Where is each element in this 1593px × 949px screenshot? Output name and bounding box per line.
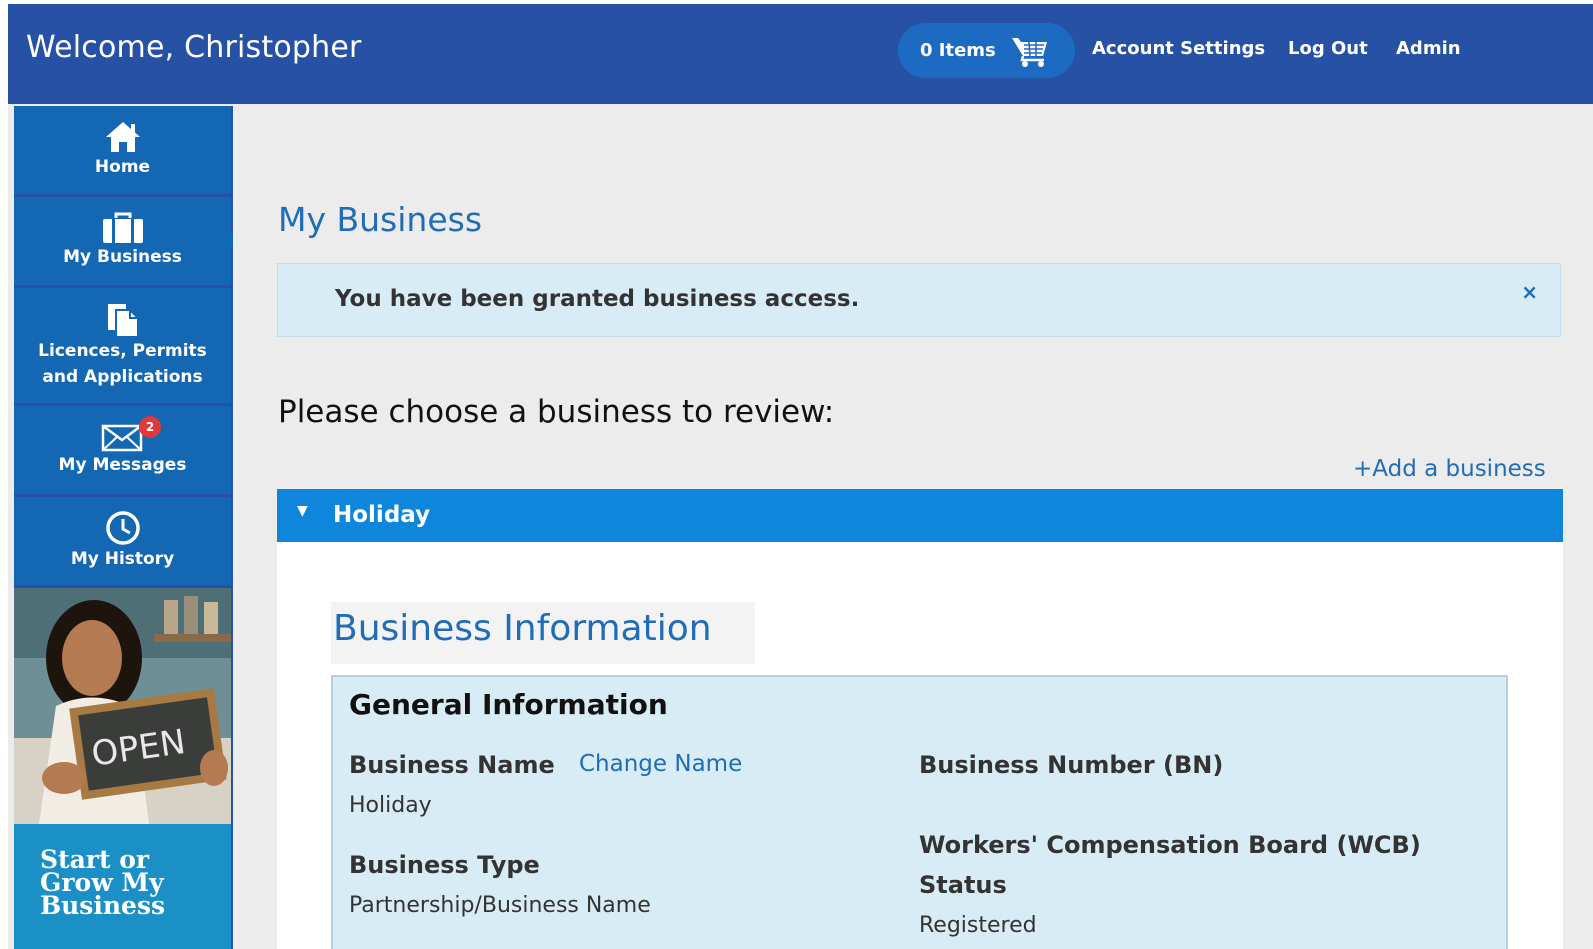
wcb-status-label-line1: Workers' Compensation Board (WCB) — [919, 831, 1421, 859]
welcome-text: Welcome, Christopher — [26, 30, 362, 65]
business-type-value: Partnership/Business Name — [349, 893, 651, 918]
close-icon[interactable]: × — [1521, 280, 1538, 304]
sidebar-item-label-line2: and Applications — [42, 366, 203, 387]
home-icon — [105, 122, 140, 152]
wcb-status-label-line2: Status — [919, 871, 1007, 899]
sidebar-item-my-business[interactable]: My Business — [14, 197, 241, 285]
general-information-heading: General Information — [349, 688, 668, 721]
business-name-label: Business Name — [349, 751, 555, 779]
sidebar-item-my-history[interactable]: My History — [14, 497, 231, 585]
sidebar-item-my-messages[interactable]: 2 My Messages — [14, 406, 231, 494]
business-number-label: Business Number (BN) — [919, 751, 1224, 779]
admin-link[interactable]: Admin — [1396, 38, 1461, 59]
log-out-link[interactable]: Log Out — [1288, 38, 1368, 59]
shopping-cart-icon — [1011, 37, 1047, 67]
sidebar-item-label: My Business — [63, 247, 182, 267]
app-frame: Welcome, Christopher 0 Items Account Set… — [8, 4, 1593, 949]
sidebar-item-home[interactable]: Home — [14, 106, 231, 194]
sidebar-item-label: My History — [70, 549, 175, 569]
clock-icon — [105, 511, 140, 545]
envelope-icon — [101, 424, 142, 452]
sidebar-item-licences[interactable]: Licences, Permits and Applications — [14, 288, 231, 403]
shop-owner-photo: OPEN — [14, 588, 231, 824]
page-title: My Business — [278, 200, 483, 239]
promo-image[interactable]: OPEN — [14, 588, 231, 824]
accordion-label: Holiday — [333, 502, 431, 528]
documents-icon — [107, 303, 139, 338]
general-information-box: General Information Business Name Change… — [331, 675, 1508, 949]
section-title: Business Information — [333, 608, 712, 649]
top-header: Welcome, Christopher 0 Items Account Set… — [8, 4, 1593, 104]
sidebar-item-label: My Messages — [58, 455, 187, 475]
cart-button[interactable]: 0 Items — [898, 23, 1075, 78]
sidebar-item-label: Home — [94, 157, 151, 177]
add-business-link[interactable]: +Add a business — [1353, 456, 1546, 482]
cart-count-label: 0 Items — [920, 40, 996, 61]
wcb-status-value: Registered — [919, 913, 1037, 938]
business-panel: Business Information General Information… — [277, 542, 1563, 949]
business-type-label: Business Type — [349, 851, 540, 879]
main-content: My Business You have been granted busine… — [233, 104, 1593, 949]
briefcase-icon — [102, 212, 143, 243]
promo-line3: Business — [40, 891, 166, 920]
alert-message: You have been granted business access. — [335, 286, 860, 312]
business-accordion-header[interactable]: ▼ Holiday — [277, 489, 1563, 542]
access-granted-alert: You have been granted business access. × — [277, 263, 1561, 337]
business-name-value: Holiday — [349, 793, 432, 818]
sidebar: Home My Business Licences, Permits and A… — [14, 106, 241, 949]
start-grow-business-link[interactable]: Start or Grow My Business — [14, 824, 231, 949]
account-settings-link[interactable]: Account Settings — [1092, 38, 1265, 59]
change-name-link[interactable]: Change Name — [579, 751, 742, 777]
sidebar-item-label-line1: Licences, Permits — [38, 340, 207, 361]
caret-down-icon: ▼ — [297, 503, 308, 519]
unread-badge: 2 — [139, 416, 161, 438]
choose-business-prompt: Please choose a business to review: — [278, 394, 835, 430]
